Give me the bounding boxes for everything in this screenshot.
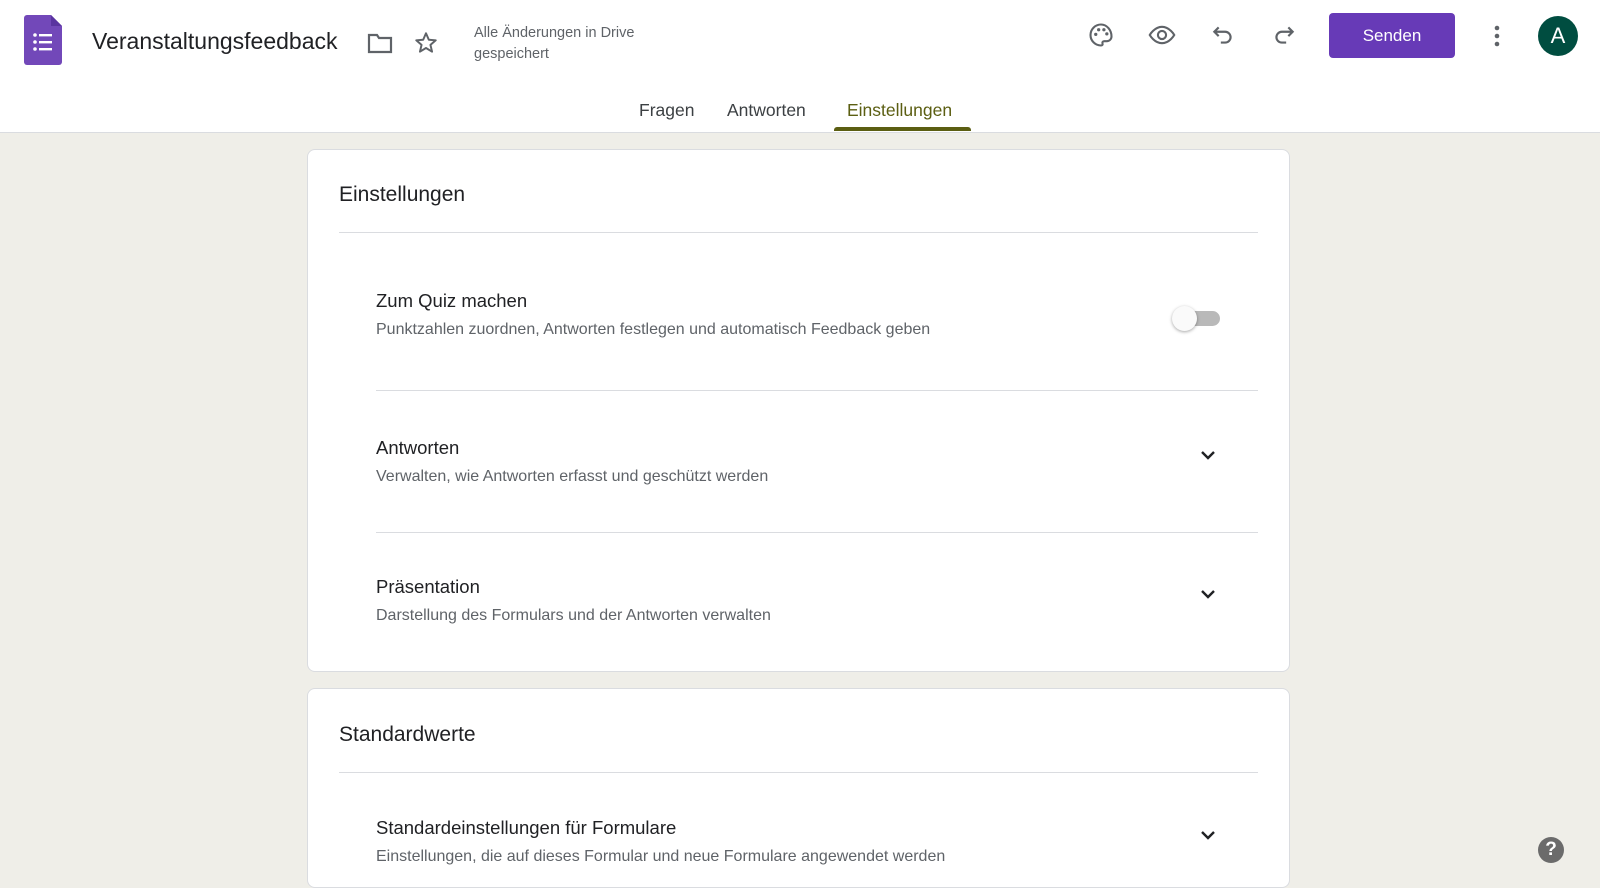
chevron-down-icon[interactable] — [1198, 584, 1218, 604]
undo-icon[interactable] — [1208, 20, 1238, 50]
form-title[interactable]: Veranstaltungsfeedback — [92, 28, 338, 55]
setting-title: Antworten — [376, 437, 460, 458]
app-header: Veranstaltungsfeedback Alle Änderungen i… — [0, 0, 1600, 133]
setting-form-defaults[interactable]: Standardeinstellungen für Formulare Eins… — [376, 817, 1258, 866]
help-icon[interactable]: ? — [1538, 837, 1564, 863]
save-status: Alle Änderungen in Drive gespeichert — [474, 25, 635, 62]
settings-heading: Einstellungen — [339, 183, 466, 206]
setting-title: Zum Quiz machen — [376, 290, 528, 311]
redo-icon[interactable] — [1269, 20, 1299, 50]
tab-einstellungen[interactable]: Einstellungen — [847, 100, 952, 121]
preview-eye-icon[interactable] — [1147, 20, 1177, 50]
active-tab-indicator — [834, 127, 971, 131]
setting-praesentation[interactable]: Präsentation Darstellung des Formulars u… — [376, 576, 1258, 625]
palette-icon[interactable] — [1086, 20, 1116, 50]
setting-title: Präsentation — [376, 576, 480, 597]
quiz-toggle[interactable] — [1172, 306, 1222, 331]
star-icon[interactable] — [412, 29, 440, 57]
tab-fragen[interactable]: Fragen — [639, 100, 694, 121]
setting-description: Einstellungen, die auf dieses Formular u… — [376, 848, 946, 865]
send-button[interactable]: Senden — [1329, 13, 1455, 58]
defaults-card: Standardwerte Standardeinstellungen für … — [307, 688, 1290, 888]
divider — [376, 532, 1258, 533]
avatar[interactable]: A — [1538, 16, 1578, 56]
settings-card: Einstellungen Zum Quiz machen Punktzahle… — [307, 149, 1290, 672]
setting-antworten[interactable]: Antworten Verwalten, wie Antworten erfas… — [376, 437, 1258, 486]
divider — [376, 390, 1258, 391]
divider — [339, 772, 1258, 773]
chevron-down-icon[interactable] — [1198, 445, 1218, 465]
setting-quiz[interactable]: Zum Quiz machen Punktzahlen zuordnen, An… — [376, 290, 1258, 339]
setting-description: Darstellung des Formulars und der Antwor… — [376, 607, 771, 624]
setting-description: Punktzahlen zuordnen, Antworten festlege… — [376, 321, 931, 338]
more-options-icon[interactable] — [1484, 22, 1510, 50]
divider — [339, 232, 1258, 233]
chevron-down-icon[interactable] — [1198, 825, 1218, 845]
defaults-heading: Standardwerte — [339, 723, 476, 746]
setting-description: Verwalten, wie Antworten erfasst und ges… — [376, 468, 769, 485]
tab-antworten[interactable]: Antworten — [727, 100, 806, 121]
folder-icon[interactable] — [366, 29, 394, 57]
forms-logo-icon[interactable] — [24, 15, 62, 65]
setting-title: Standardeinstellungen für Formulare — [376, 817, 677, 838]
